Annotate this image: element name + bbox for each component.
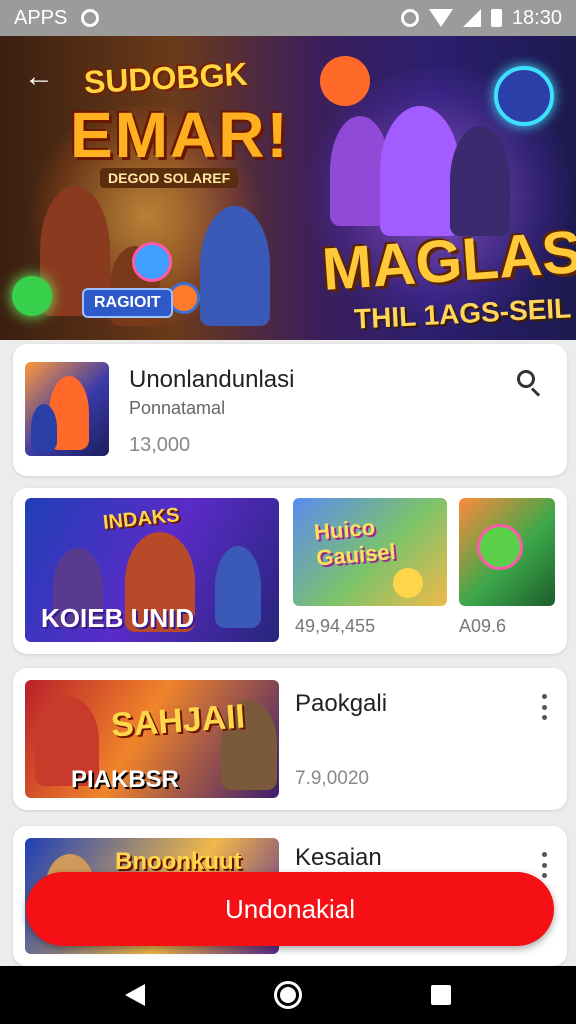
signal-icon [462,9,481,27]
banner-character [380,106,460,236]
app-title[interactable]: Paokgali [295,690,387,718]
orange-orb-icon [168,282,200,314]
carousel-price-1: 49,94,455 [295,616,376,636]
app-thumbnail[interactable]: SAHJAII PIAKBSR [25,680,279,798]
nav-back-icon[interactable] [124,984,145,1006]
more-vert-icon[interactable] [541,852,547,878]
record-icon [81,9,100,27]
primary-action-button[interactable]: Undonakial [26,872,554,946]
search-icon[interactable] [517,370,541,397]
status-right: 18:30 [400,6,562,30]
portal-icon [494,66,554,126]
banner-character [200,206,270,326]
app-thumbnail[interactable] [25,362,109,456]
candy-icon [320,56,370,106]
status-app-label: APPS [14,6,68,29]
carousel-thumbnail-label: KOIEB UNID [41,603,195,633]
back-arrow-icon[interactable]: ← [24,62,56,94]
search-lens [517,370,535,388]
coin-icon [393,568,423,598]
banner-title-left-top: SUDOBGK [83,55,249,101]
app-count: 13,000 [129,434,191,456]
status-left: APPS [14,6,100,30]
green-creature-icon [477,524,523,570]
thumbnail-label-secondary: PIAKBSR [71,766,180,793]
banner-character [450,126,510,236]
banner-subtitle-left: DEGOD SOLAREF [100,168,239,188]
status-bar: APPS 18:30 [0,0,576,36]
more-vert-icon[interactable] [541,694,547,720]
nav-recents-icon[interactable] [431,985,452,1005]
banner-pill-left: RAGIOIT [82,288,173,318]
carousel-thumbnail-3[interactable] [459,498,555,606]
app-title[interactable]: Unonlandunlasi [129,366,294,394]
carousel-thumbnail-top-label: INDAKS [102,504,181,534]
carousel-thumbnail-2-label: Huico Gauisel [312,514,397,571]
battery-icon [490,9,502,27]
blue-orb-icon [132,242,172,282]
nav-home-icon[interactable] [273,981,302,1009]
green-orb-icon [12,276,52,316]
status-time: 18:30 [511,6,562,29]
thumbnail-character [215,546,261,628]
search-handle [530,387,541,397]
system-nav-bar [0,966,576,1024]
app-count: 7.9,0020 [295,768,369,789]
hero-banner[interactable]: ← SUDOBGK EMAR! DEGOD SOLAREF RAGIOIT MA… [0,36,576,340]
app-carousel-card[interactable]: INDAKS KOIEB UNID Huico Gauisel 49,94,45… [13,488,567,654]
alarm-icon [400,9,419,27]
thumbnail-character [31,404,57,452]
app-card-list-item[interactable]: SAHJAII PIAKBSR Paokgali 7.9,0020 [13,668,567,810]
app-title[interactable]: Kesaian [295,844,382,872]
app-subtitle: Ponnatamal [129,398,226,418]
banner-title-left: EMAR! [70,99,290,171]
carousel-price-2: A09.6 [459,616,507,636]
app-card-featured[interactable]: Unonlandunlasi Ponnatamal 13,000 [13,344,567,476]
carousel-thumbnail-2[interactable]: Huico Gauisel [293,498,447,606]
carousel-thumbnail-main[interactable]: INDAKS KOIEB UNID [25,498,279,642]
wifi-icon [428,9,453,27]
